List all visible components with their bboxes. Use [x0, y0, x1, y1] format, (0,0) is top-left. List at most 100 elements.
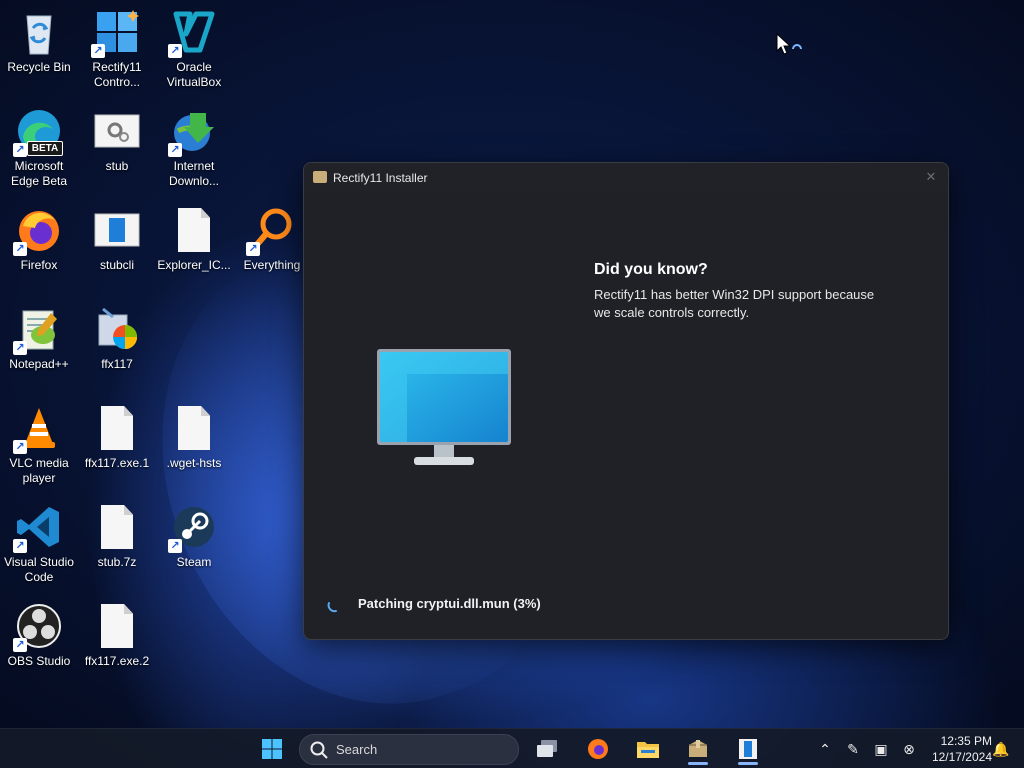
- desktop-icon-recycle-bin[interactable]: Recycle Bin: [0, 2, 78, 75]
- desktop: Recycle Bin BETA ↗ Microsoft Edge Beta ↗…: [0, 0, 1024, 768]
- show-hidden-icons-chevron-up-icon[interactable]: ⌃: [815, 739, 835, 759]
- desktop-icon-stub-7z[interactable]: stub.7z: [78, 497, 156, 570]
- icon-label: Recycle Bin: [7, 60, 71, 74]
- pen-icon[interactable]: ✎: [843, 739, 863, 759]
- shortcut-arrow-icon: ↗: [91, 44, 105, 58]
- shortcut-arrow-icon: ↗: [13, 440, 27, 454]
- title-bar[interactable]: Rectify11 Installer ✕: [304, 163, 948, 193]
- document-icon: [93, 404, 141, 452]
- document-icon: [170, 206, 218, 254]
- vscode-icon: ↗: [13, 503, 63, 553]
- everything-search-icon: ↗: [246, 206, 296, 256]
- document-icon: [93, 503, 141, 551]
- search-placeholder: Search: [336, 742, 378, 757]
- desktop-icon-notepad-plus-plus[interactable]: ↗ Notepad++: [0, 299, 78, 372]
- shortcut-arrow-icon: ↗: [13, 539, 27, 553]
- window-app-icon: [93, 206, 141, 254]
- firefox-icon: [588, 739, 608, 759]
- document-icon: [93, 602, 141, 650]
- icon-label: Oracle VirtualBox: [166, 60, 222, 89]
- icon-label: OBS Studio: [7, 654, 71, 668]
- status-text: Patching cryptui.dll.mun (3%): [358, 596, 541, 611]
- desktop-icon-everything[interactable]: ↗ Everything: [233, 200, 311, 273]
- network-icon[interactable]: ▣: [871, 739, 891, 759]
- loading-spinner-icon: [327, 602, 337, 613]
- start-button[interactable]: [253, 733, 291, 765]
- icon-label: ffx117.exe.2: [84, 654, 150, 668]
- desktop-icon-explorer-ic[interactable]: Explorer_IC...: [155, 200, 233, 273]
- clock-date: 12/17/2024: [931, 750, 992, 764]
- icon-label: stub.7z: [97, 555, 137, 569]
- internet-download-manager-icon: ↗: [168, 107, 218, 157]
- taskbar: Search ⌃ ✎ ▣ ⊗ 12:35 PM 12/17/2024 🔔: [0, 728, 1024, 768]
- desktop-icon-stubcli[interactable]: stubcli: [78, 200, 156, 273]
- shortcut-arrow-icon: ↗: [168, 143, 182, 157]
- clock[interactable]: 12:35 PM 12/17/2024: [922, 733, 992, 765]
- steam-icon: ↗: [168, 503, 218, 553]
- icon-label: Notepad++: [9, 357, 69, 371]
- settings-file-icon: [93, 107, 141, 155]
- desktop-icon-firefox[interactable]: ↗ Firefox: [0, 200, 78, 273]
- desktop-icon-vlc[interactable]: ↗ VLC media player: [0, 398, 78, 486]
- icon-label: stub: [105, 159, 129, 173]
- rectify11-control-icon: ↗: [91, 8, 141, 58]
- icon-label: Firefox: [20, 258, 58, 272]
- desktop-icon-ffx117-exe-2[interactable]: ffx117.exe.2: [78, 596, 156, 669]
- notification-bell-icon[interactable]: 🔔: [991, 739, 1011, 759]
- icon-label: Rectify11 Contro...: [92, 60, 142, 89]
- window-app-icon: [739, 739, 757, 759]
- desktop-icon-internet-download-manager[interactable]: ↗ Internet Downlo...: [155, 101, 233, 189]
- shortcut-arrow-icon: ↗: [13, 143, 27, 157]
- desktop-icon-stub[interactable]: stub: [78, 101, 156, 174]
- folder-icon: [637, 742, 659, 758]
- desktop-icon-edge-beta[interactable]: BETA ↗ Microsoft Edge Beta: [0, 101, 78, 189]
- icon-label: ffx117: [101, 357, 133, 371]
- shortcut-arrow-icon: ↗: [13, 242, 27, 256]
- taskbar-firefox-button[interactable]: [579, 733, 617, 765]
- taskbar-file-explorer-button[interactable]: [629, 733, 667, 765]
- desktop-icon-steam[interactable]: ↗ Steam: [155, 497, 233, 570]
- desktop-icon-vscode[interactable]: ↗ Visual Studio Code: [0, 497, 78, 585]
- task-view-icon: [537, 740, 557, 757]
- installer-icon: [93, 305, 141, 353]
- icon-label: Everything: [243, 258, 301, 272]
- taskbar-stubcli-button[interactable]: [729, 733, 767, 765]
- installer-window[interactable]: Rectify11 Installer ✕ Did you know? Rect…: [303, 162, 949, 640]
- icon-label: .wget-hsts: [166, 456, 222, 470]
- icon-label: Internet Downlo...: [168, 159, 220, 188]
- icon-label: stubcli: [99, 258, 134, 272]
- clock-time: 12:35 PM: [940, 734, 992, 748]
- vlc-icon: ↗: [13, 404, 63, 454]
- taskbar-search[interactable]: Search: [299, 734, 519, 765]
- desktop-icon-ffx117[interactable]: ffx117: [78, 299, 156, 372]
- taskbar-installer-button[interactable]: [679, 733, 717, 765]
- tip-title: Did you know?: [594, 261, 708, 278]
- search-icon: [310, 741, 328, 759]
- desktop-icon-wget-hsts[interactable]: .wget-hsts: [155, 398, 233, 471]
- icon-label: Explorer_IC...: [157, 258, 231, 272]
- volume-muted-icon[interactable]: ⊗: [899, 739, 919, 759]
- shortcut-arrow-icon: ↗: [168, 539, 182, 553]
- shortcut-arrow-icon: ↗: [246, 242, 260, 256]
- task-view-button[interactable]: [528, 733, 566, 765]
- virtualbox-icon: ↗: [168, 8, 218, 58]
- shortcut-arrow-icon: ↗: [13, 638, 27, 652]
- desktop-icon-obs[interactable]: ↗ OBS Studio: [0, 596, 78, 669]
- desktop-icon-virtualbox[interactable]: ↗ Oracle VirtualBox: [155, 2, 233, 90]
- recycle-bin-icon: [15, 8, 63, 56]
- windows-logo-icon: [262, 739, 282, 759]
- shortcut-arrow-icon: ↗: [168, 44, 182, 58]
- shortcut-arrow-icon: ↗: [13, 341, 27, 355]
- installer-box-icon: [313, 171, 327, 183]
- close-button[interactable]: ✕: [920, 166, 942, 188]
- installer-box-icon: [689, 740, 707, 757]
- tip-body: Rectify11 has better Win32 DPI support b…: [594, 287, 875, 320]
- edge-beta-icon: BETA ↗: [13, 107, 63, 157]
- icon-label: Visual Studio Code: [4, 555, 74, 584]
- monitor-icon: [377, 349, 511, 469]
- notepad-plus-plus-icon: ↗: [13, 305, 63, 355]
- icon-label: Microsoft Edge Beta: [10, 159, 68, 188]
- desktop-icon-rectify11-control[interactable]: ↗ Rectify11 Contro...: [78, 2, 156, 90]
- desktop-icon-ffx117-exe-1[interactable]: ffx117.exe.1: [78, 398, 156, 471]
- obs-icon: ↗: [13, 602, 63, 652]
